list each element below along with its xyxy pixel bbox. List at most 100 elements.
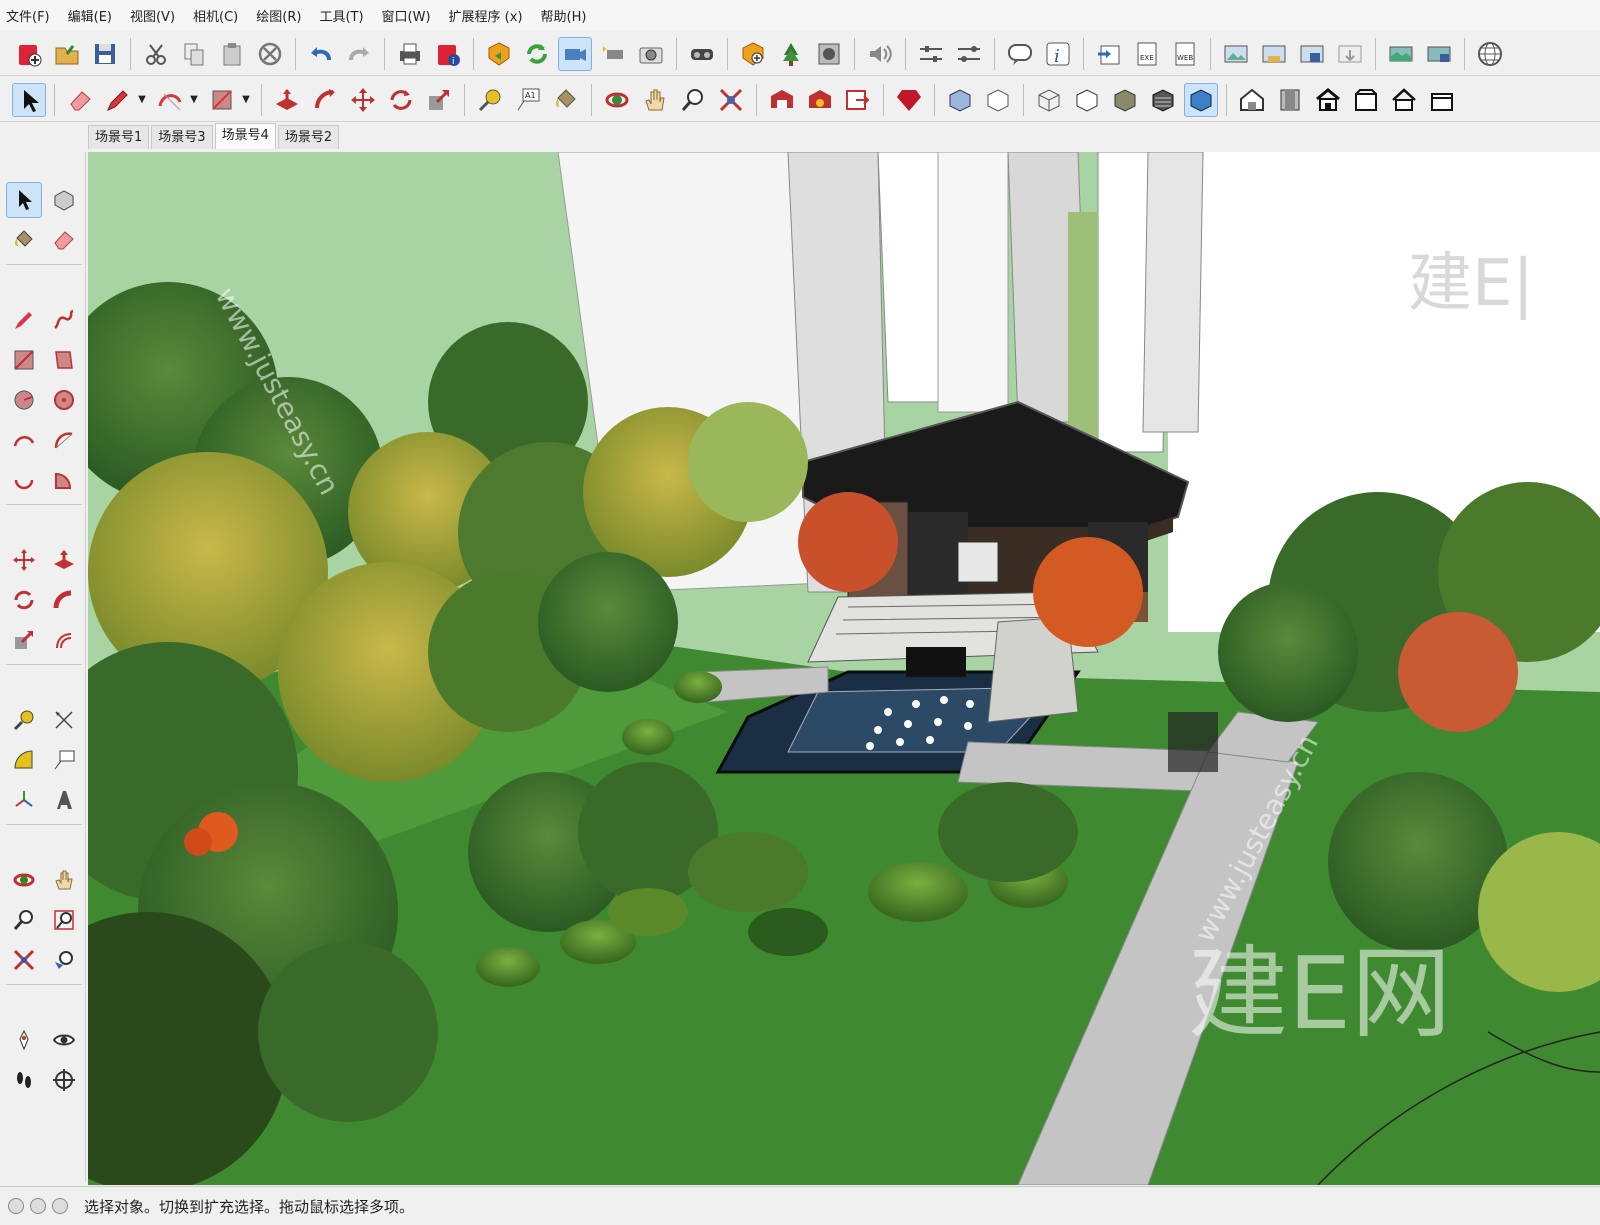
tape-measure-tool-icon[interactable]: [6, 702, 42, 738]
open-folder-icon[interactable]: [50, 37, 84, 71]
export-folder-icon[interactable]: [1257, 37, 1291, 71]
right-view-icon[interactable]: [1349, 83, 1383, 117]
paint-bucket-tool-icon[interactable]: [6, 222, 42, 258]
erase-delete-icon[interactable]: [253, 37, 287, 71]
geo-location-icon[interactable]: [8, 1198, 24, 1214]
shaded-textures-style-icon[interactable]: [1146, 83, 1180, 117]
photo-camera-icon[interactable]: [634, 37, 668, 71]
model-info-icon[interactable]: i: [431, 37, 465, 71]
scale-icon[interactable]: [422, 83, 456, 117]
zoom-extents-icon[interactable]: [714, 83, 748, 117]
copy-icon[interactable]: [177, 37, 211, 71]
export-save-icon[interactable]: [1295, 37, 1329, 71]
orbit-tool-icon[interactable]: [6, 862, 42, 898]
push-pull-icon[interactable]: [270, 83, 304, 117]
three-point-arc-tool-icon[interactable]: [6, 462, 42, 498]
position-camera-tool-icon[interactable]: [6, 1022, 42, 1058]
user-account-icon[interactable]: [52, 1198, 68, 1214]
select-arrow-icon[interactable]: [12, 82, 46, 117]
line-tool-icon[interactable]: [6, 302, 42, 338]
arc-dropdown-chevron-icon[interactable]: ▼: [189, 83, 199, 117]
offset-tool-icon[interactable]: [46, 622, 82, 658]
menu-tools[interactable]: 工具(T): [319, 6, 363, 25]
zoom-tool-icon[interactable]: [6, 902, 42, 938]
axes-tool-icon[interactable]: [6, 782, 42, 818]
menu-draw[interactable]: 绘图(R): [256, 6, 301, 25]
make-component-icon[interactable]: [46, 182, 82, 218]
previous-view-tool-icon[interactable]: [46, 942, 82, 978]
shaded-style-icon[interactable]: [1108, 83, 1142, 117]
3d-text-tool-icon[interactable]: [46, 782, 82, 818]
text-tool-left-icon[interactable]: [46, 742, 82, 778]
select-tool-icon[interactable]: [6, 182, 42, 218]
rotate-icon[interactable]: [384, 83, 418, 117]
render-settings-icon[interactable]: [812, 37, 846, 71]
arc-tool-icon[interactable]: [6, 422, 42, 458]
extension-warehouse-icon[interactable]: [803, 83, 837, 117]
walk-footprints-icon[interactable]: [6, 1062, 42, 1098]
vr-headset-icon[interactable]: [685, 37, 719, 71]
rotated-rectangle-tool-icon[interactable]: [46, 342, 82, 378]
redo-icon[interactable]: [342, 37, 376, 71]
export-image-icon[interactable]: [1219, 37, 1253, 71]
line-dropdown-chevron-icon[interactable]: ▼: [137, 83, 147, 117]
pan-tool-icon[interactable]: [46, 862, 82, 898]
iso-view-icon[interactable]: [1235, 83, 1269, 117]
back-view-icon[interactable]: [1387, 83, 1421, 117]
model-viewport[interactable]: 建E网 建E| www.justeasy.cn www.justeasy.cn …: [88, 152, 1600, 1185]
zoom-extents-tool-icon[interactable]: [6, 942, 42, 978]
monochrome-style-icon[interactable]: [1184, 82, 1218, 117]
left-view-icon[interactable]: [1425, 83, 1459, 117]
save-icon[interactable]: [88, 37, 122, 71]
credits-icon[interactable]: [30, 1198, 46, 1214]
look-around-eye-icon[interactable]: [46, 1022, 82, 1058]
globe-icon[interactable]: [1473, 37, 1507, 71]
tab-scene-4[interactable]: 场景号4: [214, 123, 276, 149]
chat-bubble-icon[interactable]: [1003, 37, 1037, 71]
top-view-icon[interactable]: [1273, 83, 1307, 117]
eraser-icon[interactable]: [63, 83, 97, 117]
sliders-icon[interactable]: [914, 37, 948, 71]
cut-icon[interactable]: [139, 37, 173, 71]
new-model-icon[interactable]: [12, 37, 46, 71]
move-tool-icon[interactable]: [6, 542, 42, 578]
polygon-tool-icon[interactable]: [46, 382, 82, 418]
push-pull-tool-icon[interactable]: [46, 542, 82, 578]
menu-help[interactable]: 帮助(H): [541, 6, 587, 25]
tab-scene-2[interactable]: 场景号2: [277, 125, 340, 149]
back-edges-style-icon[interactable]: [981, 83, 1015, 117]
sliders-view-icon[interactable]: [952, 37, 986, 71]
info-icon[interactable]: i: [1041, 37, 1075, 71]
menu-camera[interactable]: 相机(C): [193, 6, 238, 25]
section-plane-tool-icon[interactable]: [46, 1062, 82, 1098]
export-download-icon[interactable]: [1333, 37, 1367, 71]
menu-edit[interactable]: 编辑(E): [68, 6, 112, 25]
print-icon[interactable]: [393, 37, 427, 71]
move-icon[interactable]: [346, 83, 380, 117]
component-add-icon[interactable]: [736, 37, 770, 71]
pan-hand-icon[interactable]: [638, 83, 672, 117]
undo-icon[interactable]: [304, 37, 338, 71]
dimension-tool-icon[interactable]: [46, 702, 82, 738]
paint-bucket-icon[interactable]: [549, 83, 583, 117]
paste-icon[interactable]: [215, 37, 249, 71]
menu-window[interactable]: 窗口(W): [382, 6, 431, 25]
menu-extensions[interactable]: 扩展程序 (x): [449, 6, 523, 25]
eraser-tool-icon[interactable]: [46, 222, 82, 258]
orbit-icon[interactable]: [600, 83, 634, 117]
tab-scene-3[interactable]: 场景号3: [151, 125, 213, 149]
layout-send-icon[interactable]: [841, 83, 875, 117]
speaker-icon[interactable]: [863, 37, 897, 71]
shape-dropdown-chevron-icon[interactable]: ▼: [241, 83, 251, 117]
pencil-line-icon[interactable]: [101, 83, 135, 117]
export-exe-icon[interactable]: EXE: [1130, 37, 1164, 71]
follow-me-icon[interactable]: [308, 83, 342, 117]
freehand-tool-icon[interactable]: [46, 302, 82, 338]
menu-file[interactable]: 文件(F): [6, 6, 50, 25]
protractor-tool-icon[interactable]: [6, 742, 42, 778]
circle-tool-icon[interactable]: [6, 382, 42, 418]
warehouse-icon[interactable]: [765, 83, 799, 117]
export-web-icon[interactable]: WEB: [1168, 37, 1202, 71]
menu-view[interactable]: 视图(V): [130, 6, 175, 25]
front-view-icon[interactable]: [1311, 83, 1345, 117]
